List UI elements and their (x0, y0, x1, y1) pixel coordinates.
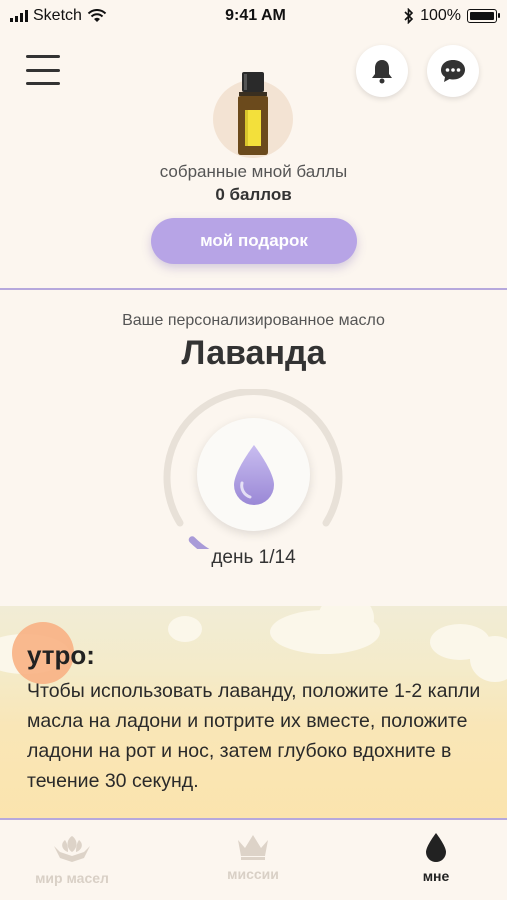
oil-name: Лаванда (181, 334, 326, 372)
tab-oil-world[interactable]: мир масел (2, 832, 142, 886)
day-label: день 1/14 (211, 547, 296, 568)
battery-percent: 100% (420, 7, 461, 24)
my-gift-button[interactable]: мой подарок (151, 218, 357, 264)
points-label: собранные мной баллы (159, 162, 348, 181)
tab-label: миссии (227, 866, 279, 882)
chat-bubble-icon (441, 60, 465, 82)
carrier-label: Sketch (33, 7, 82, 24)
bell-icon (372, 60, 392, 84)
oil-drop-button[interactable] (197, 418, 310, 531)
clock: 9:41 AM (225, 7, 286, 24)
bluetooth-icon (404, 8, 414, 24)
signal-icon (10, 10, 28, 22)
points-value: 0 баллов (215, 185, 292, 204)
hands-leaf-icon (54, 836, 90, 862)
drop-icon (426, 833, 446, 862)
status-right: 100% (404, 7, 500, 25)
morning-title: утро: (27, 640, 95, 670)
oil-subtitle: Ваше персонализированное масло (122, 312, 385, 329)
tab-me[interactable]: мне (366, 832, 506, 884)
tab-bar: мир масел миссии мне (0, 820, 507, 900)
morning-instructions: Чтобы использовать лаванду, положите 1-2… (27, 680, 481, 792)
drop-icon (233, 444, 274, 505)
menu-button[interactable] (26, 55, 60, 85)
crown-icon (238, 835, 268, 860)
battery-icon (466, 9, 500, 23)
oil-bottle-icon (238, 72, 268, 155)
tab-label: мне (422, 868, 450, 884)
status-left: Sketch (10, 7, 107, 25)
status-bar: Sketch 9:41 AM 100% (0, 0, 507, 32)
wifi-icon (87, 9, 107, 22)
tab-missions[interactable]: миссии (183, 832, 323, 882)
morning-section: утро: Чтобы использовать лаванду, положи… (0, 606, 507, 824)
divider (0, 288, 507, 290)
tab-label: мир масел (35, 870, 109, 886)
notifications-button[interactable] (356, 45, 408, 97)
chat-button[interactable] (427, 45, 479, 97)
